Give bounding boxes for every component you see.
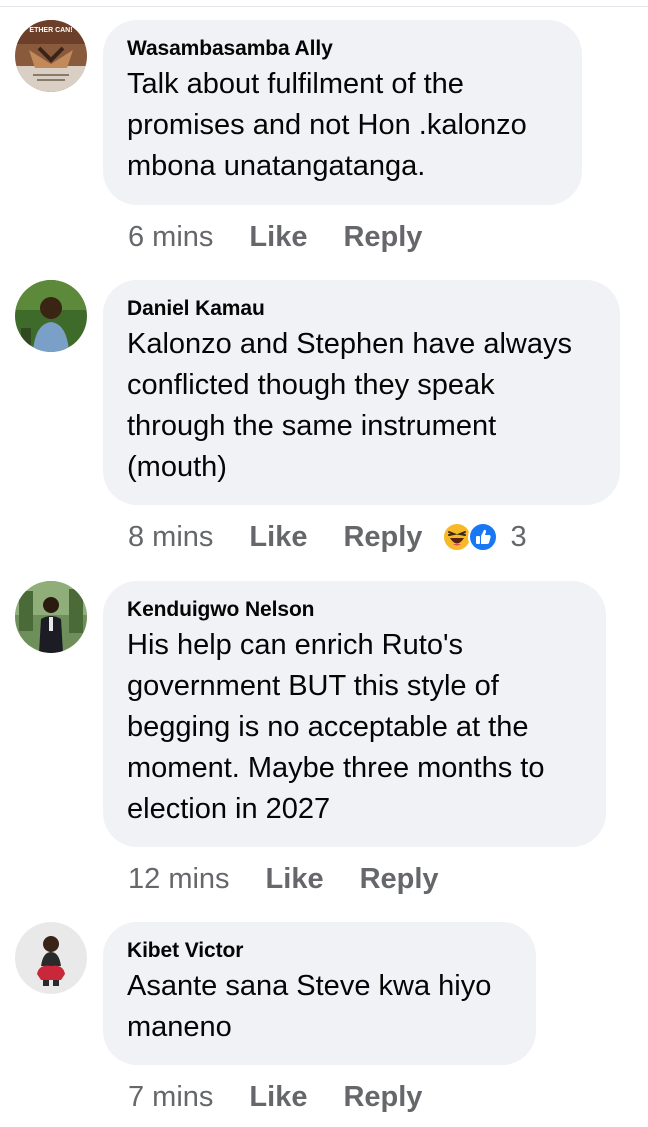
comment-meta: 7 mins Like Reply [128, 1077, 422, 1117]
reply-button[interactable]: Reply [343, 1081, 422, 1114]
comment-meta: 6 mins Like Reply [128, 217, 422, 257]
comment-author[interactable]: Kenduigwo Nelson [127, 597, 582, 623]
comment-author[interactable]: Kibet Victor [127, 938, 512, 964]
comment-timestamp[interactable]: 6 mins [128, 221, 213, 254]
comment-bubble: Daniel Kamau Kalonzo and Stephen have al… [103, 280, 620, 505]
like-button[interactable]: Like [249, 521, 307, 554]
avatar-logo-text: ETHER CAN! [29, 27, 72, 34]
comment-author[interactable]: Wasambasamba Ally [127, 36, 558, 62]
comment-timestamp[interactable]: 7 mins [128, 1081, 213, 1114]
like-icon [468, 522, 499, 552]
comment-timestamp[interactable]: 12 mins [128, 863, 230, 896]
comment-bubble: Wasambasamba Ally Talk about fulfilment … [103, 20, 582, 205]
like-button[interactable]: Like [249, 221, 307, 254]
comment-text: His help can enrich Ruto's government BU… [127, 629, 545, 825]
comment-bubble: Kenduigwo Nelson His help can enrich Rut… [103, 581, 606, 847]
reply-button[interactable]: Reply [343, 221, 422, 254]
comment-meta: 8 mins Like Reply 3 [128, 517, 527, 557]
avatar[interactable] [15, 922, 87, 994]
reaction-count: 3 [510, 520, 527, 553]
reply-button[interactable]: Reply [343, 521, 422, 554]
comment-text: Kalonzo and Stephen have always conflict… [127, 328, 572, 483]
like-button[interactable]: Like [249, 1081, 307, 1114]
comment-text: Asante sana Steve kwa hiyo maneno [127, 970, 492, 1043]
comment-text: Talk about fulfilment of the promises an… [127, 68, 527, 182]
avatar-image [15, 581, 87, 653]
comment-timestamp[interactable]: 8 mins [128, 521, 213, 554]
like-button[interactable]: Like [266, 863, 324, 896]
avatar-image [15, 280, 87, 352]
avatar-image: ETHER CAN! [15, 20, 87, 92]
reply-button[interactable]: Reply [360, 863, 439, 896]
reactions-summary[interactable]: 3 [442, 520, 527, 554]
avatar[interactable]: ETHER CAN! [15, 20, 87, 92]
comment-meta: 12 mins Like Reply [128, 859, 439, 899]
top-divider [0, 6, 648, 7]
avatar-image [15, 922, 87, 994]
avatar[interactable] [15, 581, 87, 653]
comment-bubble: Kibet Victor Asante sana Steve kwa hiyo … [103, 922, 536, 1065]
avatar[interactable] [15, 280, 87, 352]
comment-author[interactable]: Daniel Kamau [127, 296, 596, 322]
